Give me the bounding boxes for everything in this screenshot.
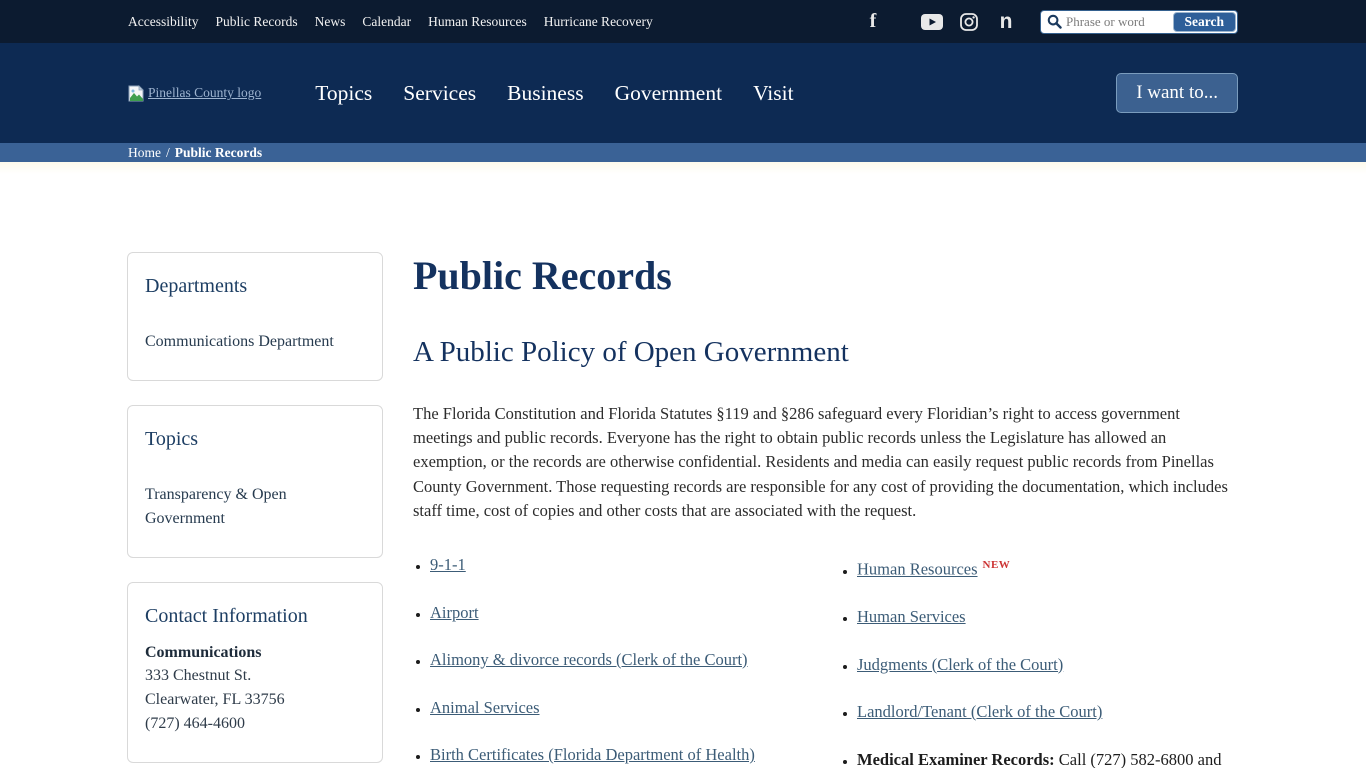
topics-card: Topics Transparency & Open Government	[127, 405, 383, 558]
facebook-icon[interactable]: f	[861, 10, 885, 34]
page-content: Departments Communications Department To…	[0, 174, 1366, 768]
sidebar: Departments Communications Department To…	[127, 252, 383, 768]
topbar-link-news[interactable]: News	[315, 14, 346, 30]
departments-card-title: Departments	[145, 275, 365, 298]
list-item: Medical Examiner Records: Call (727) 582…	[857, 748, 1240, 768]
contact-card: Contact Information Communications 333 C…	[127, 582, 383, 763]
new-badge: NEW	[983, 559, 1011, 571]
i-want-to-button[interactable]: I want to...	[1116, 73, 1238, 113]
youtube-icon[interactable]	[920, 10, 944, 34]
search-icon	[1047, 14, 1062, 29]
breadcrumb-current: Public Records	[175, 145, 262, 161]
topbar-link-hurricane-recovery[interactable]: Hurricane Recovery	[544, 14, 653, 30]
records-list-right: Human Resources NEW Human Services Judgment…	[840, 553, 1240, 768]
record-link-birth-certificates-florida-department-of-health-[interactable]: Birth Certificates (Florida Department o…	[430, 745, 755, 764]
contact-card-title: Contact Information	[145, 605, 365, 628]
topics-card-title: Topics	[145, 428, 365, 451]
contact-phone: (727) 464-4600	[145, 712, 365, 736]
nav-item-business[interactable]: Business	[507, 81, 583, 106]
header-divider-strip	[0, 162, 1366, 174]
list-item: Human Services	[857, 605, 1240, 629]
page-title: Public Records	[413, 252, 1240, 299]
list-item: 9-1-1	[430, 553, 840, 577]
top-utility-bar: Accessibility Public Records News Calendar H…	[0, 0, 1366, 43]
contact-department: Communications	[145, 644, 365, 662]
list-item: Alimony & divorce records (Clerk of the …	[430, 648, 840, 672]
topbar-link-accessibility[interactable]: Accessibility	[128, 14, 199, 30]
record-link-human-resources[interactable]: Human Resources	[857, 560, 978, 579]
instagram-icon[interactable]	[957, 10, 981, 34]
breadcrumb-separator: /	[166, 145, 170, 161]
records-list-left: 9-1-1 Airport Alimony & divorce records (C…	[413, 553, 840, 768]
nextdoor-icon[interactable]: n	[994, 10, 1018, 34]
nav-item-services[interactable]: Services	[403, 81, 476, 106]
primary-nav: Topics Services Business Government Visit	[315, 81, 793, 106]
breadcrumb: Home / Public Records	[0, 143, 1366, 162]
list-item: Judgments (Clerk of the Court)	[857, 653, 1240, 677]
social-icons: f n	[861, 10, 1018, 34]
site-logo-broken-image[interactable]: Pinellas County logo	[128, 85, 261, 102]
list-item: Animal Services	[430, 696, 840, 720]
topbar-link-public-records[interactable]: Public Records	[216, 14, 298, 30]
site-search: Search	[1040, 10, 1238, 34]
section-subtitle: A Public Policy of Open Government	[413, 336, 1240, 369]
logo-alt-text: Pinellas County logo	[148, 85, 261, 101]
main-column: Public Records A Public Policy of Open G…	[413, 252, 1240, 768]
topbar-link-human-resources[interactable]: Human Resources	[428, 14, 527, 30]
breadcrumb-home-link[interactable]: Home	[128, 145, 161, 161]
record-link-alimony-divorce-records-clerk-of-the-court-[interactable]: Alimony & divorce records (Clerk of the …	[430, 650, 748, 669]
contact-address-line2: Clearwater, FL 33756	[145, 688, 365, 712]
list-item: Human Resources NEW	[857, 553, 1240, 582]
search-button[interactable]: Search	[1173, 12, 1237, 32]
topbar-links: Accessibility Public Records News Calendar H…	[128, 14, 653, 30]
sidebar-link-transparency-open-government[interactable]: Transparency & Open Government	[145, 483, 365, 531]
record-link-judgments-clerk-of-the-court-[interactable]: Judgments (Clerk of the Court)	[857, 655, 1063, 674]
list-item: Birth Certificates (Florida Department o…	[430, 743, 840, 767]
sidebar-link-communications-department[interactable]: Communications Department	[145, 330, 365, 354]
list-item-bold-label: Medical Examiner Records:	[857, 750, 1055, 768]
topbar-link-calendar[interactable]: Calendar	[362, 14, 411, 30]
broken-image-icon	[128, 85, 145, 102]
record-link-animal-services[interactable]: Animal Services	[430, 698, 540, 717]
nav-item-visit[interactable]: Visit	[753, 81, 794, 106]
departments-card-links: Communications Department	[145, 330, 365, 354]
list-item: Landlord/Tenant (Clerk of the Court)	[857, 700, 1240, 724]
intro-paragraph: The Florida Constitution and Florida Sta…	[413, 402, 1240, 523]
record-link-human-services[interactable]: Human Services	[857, 607, 966, 626]
nav-item-government[interactable]: Government	[615, 81, 722, 106]
list-item: Airport	[430, 601, 840, 625]
record-link-landlord-tenant-clerk-of-the-court-[interactable]: Landlord/Tenant (Clerk of the Court)	[857, 702, 1102, 721]
nav-item-topics[interactable]: Topics	[315, 81, 372, 106]
search-input[interactable]	[1062, 14, 1173, 30]
record-link-9-1-1[interactable]: 9-1-1	[430, 555, 466, 574]
record-link-airport[interactable]: Airport	[430, 603, 479, 622]
topics-card-links: Transparency & Open Government	[145, 483, 365, 531]
contact-address-line1: 333 Chestnut St.	[145, 664, 365, 688]
main-header: Pinellas County logo Topics Services Busin…	[0, 43, 1366, 143]
departments-card: Departments Communications Department	[127, 252, 383, 381]
records-link-lists: 9-1-1 Airport Alimony & divorce records (C…	[413, 553, 1240, 768]
